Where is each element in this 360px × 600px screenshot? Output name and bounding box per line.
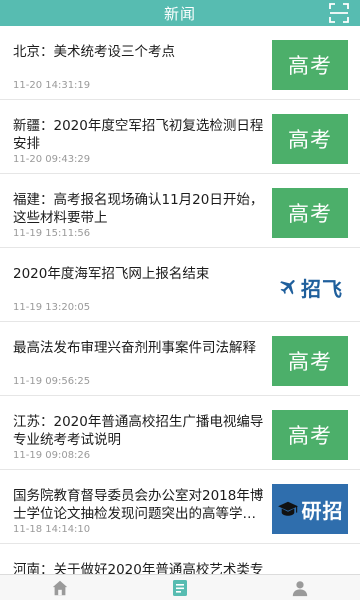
news-title: 国务院教育督导委员会办公室对2018年博士学位论文抽检发现问题突出的高等学…	[13, 488, 264, 522]
graduation-cap-icon	[277, 501, 298, 516]
news-item[interactable]: 国务院教育督导委员会办公室对2018年博士学位论文抽检发现问题突出的高等学… 1…	[0, 470, 360, 544]
category-tag-gaokao: 高考	[272, 40, 348, 90]
news-title: 2020年度海军招飞网上报名结束	[13, 266, 210, 282]
top-bar: 新闻	[0, 0, 360, 26]
bottom-tab-bar	[0, 574, 360, 600]
category-tag-zhaofei: 招飞	[272, 262, 348, 312]
news-title: 北京：美术统考设三个考点	[13, 44, 175, 60]
home-icon	[52, 580, 68, 595]
category-tag-gaokao: 高考	[272, 336, 348, 386]
category-tag-gaokao: 高考	[272, 188, 348, 238]
news-time: 11-19 13:20:05	[13, 302, 91, 313]
news-icon	[173, 579, 187, 596]
news-list: 北京：美术统考设三个考点 11-20 14:31:19 高考 新疆：2020年度…	[0, 26, 360, 574]
news-item[interactable]: 北京：美术统考设三个考点 11-20 14:31:19 高考	[0, 26, 360, 100]
news-time: 11-20 09:43:29	[13, 154, 91, 165]
news-title: 河南：关于做好2020年普通高校艺术类专	[13, 562, 264, 574]
news-title: 最高法发布审理兴奋剂刑事案件司法解释	[13, 340, 256, 356]
news-item[interactable]: 福建：高考报名现场确认11月20日开始，这些材料要带上 11-19 15:11:…	[0, 174, 360, 248]
category-tag-label: 研招	[301, 498, 344, 523]
category-tag-label: 招飞	[301, 276, 343, 301]
tab-home[interactable]	[30, 576, 90, 600]
category-tag-gaokao: 高考	[272, 410, 348, 460]
news-time: 11-19 15:11:56	[13, 228, 91, 239]
news-title: 新疆：2020年度空军招飞初复选检测日程安排	[13, 118, 264, 152]
news-time: 11-20 14:31:19	[13, 80, 91, 91]
news-title: 江苏：2020年普通高校招生广播电视编导专业统考考试说明	[13, 414, 264, 448]
user-icon	[292, 580, 308, 596]
news-item[interactable]: 新疆：2020年度空军招飞初复选检测日程安排 11-20 09:43:29 高考	[0, 100, 360, 174]
news-item[interactable]: 最高法发布审理兴奋剂刑事案件司法解释 11-19 09:56:25 高考	[0, 322, 360, 396]
news-time: 11-19 09:56:25	[13, 376, 91, 387]
category-tag-gaokao: 高考	[272, 114, 348, 164]
news-title: 福建：高考报名现场确认11月20日开始，这些材料要带上	[13, 192, 264, 226]
category-tag-yanzhao: 研招	[272, 484, 348, 534]
page-title: 新闻	[163, 4, 196, 23]
news-time: 11-19 09:08:26	[13, 450, 91, 461]
news-item[interactable]: 2020年度海军招飞网上报名结束 11-19 13:20:05 招飞	[0, 248, 360, 322]
scan-icon[interactable]	[328, 2, 350, 24]
news-item[interactable]: 河南：关于做好2020年普通高校艺术类专	[0, 544, 360, 574]
news-item[interactable]: 江苏：2020年普通高校招生广播电视编导专业统考考试说明 11-19 09:08…	[0, 396, 360, 470]
news-time: 11-18 14:14:10	[13, 524, 91, 535]
tab-profile[interactable]	[270, 576, 330, 600]
airplane-icon	[280, 280, 295, 295]
tab-news[interactable]	[150, 576, 210, 600]
